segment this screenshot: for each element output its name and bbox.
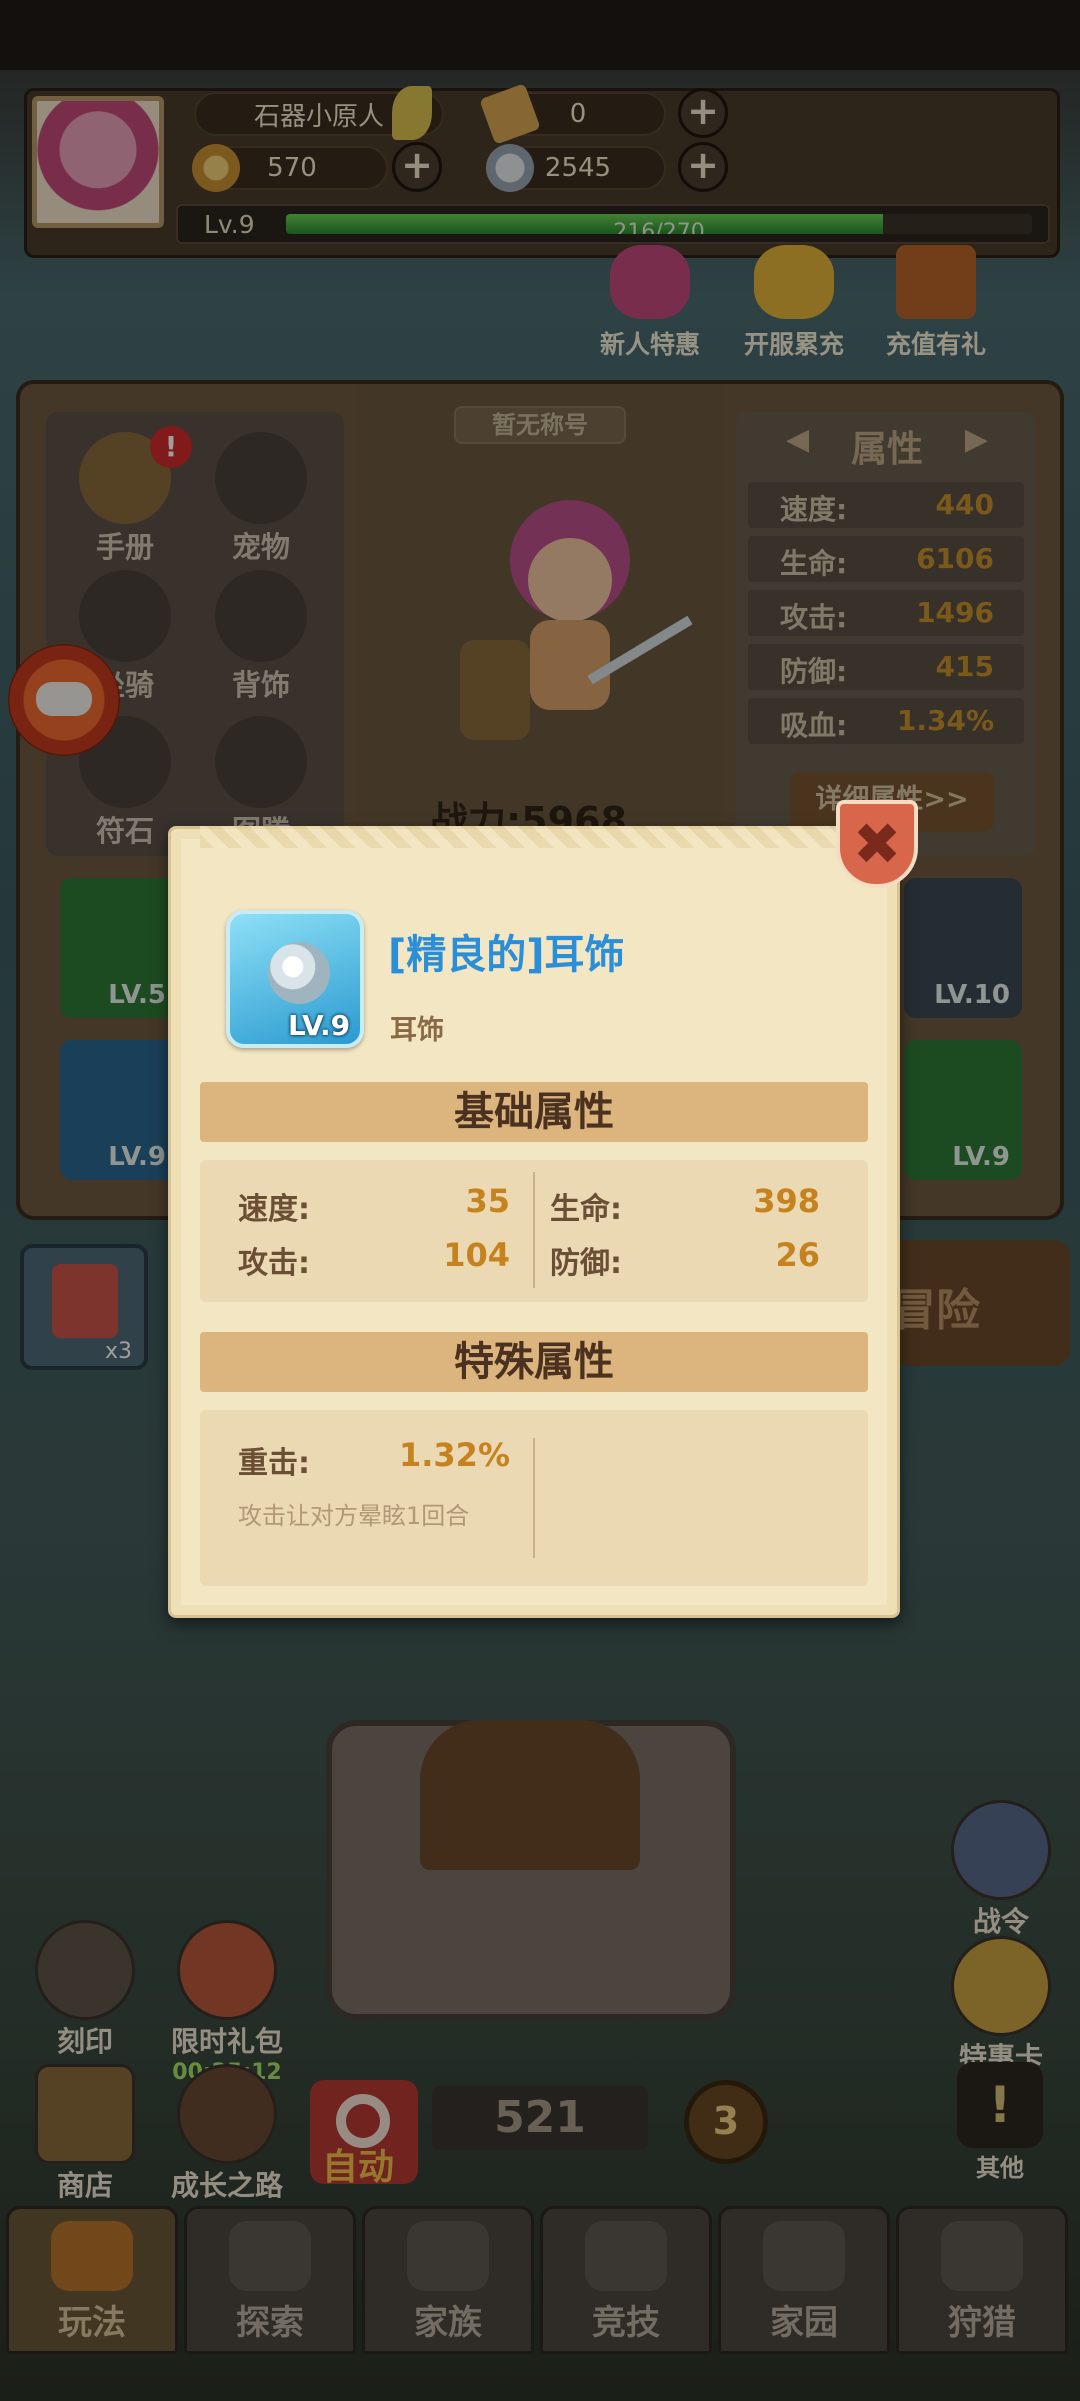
stat-defense-label: 防御:: [550, 1246, 622, 1281]
special-crit-value: 1.32%: [398, 1436, 510, 1474]
item-name: [精良的]耳饰: [388, 932, 625, 978]
stat-speed-value: 35: [465, 1182, 510, 1220]
special-crit-label: 重击:: [238, 1446, 310, 1481]
earring-icon: [268, 942, 330, 1004]
special-attributes-header: 特殊属性: [200, 1332, 868, 1392]
basic-attributes-header: 基础属性: [200, 1082, 868, 1142]
close-button[interactable]: ✖: [836, 800, 918, 888]
stat-defense-value: 26: [775, 1236, 820, 1274]
stat-hp-value: 398: [753, 1182, 820, 1220]
stat-speed-label: 速度:: [238, 1192, 310, 1227]
item-type: 耳饰: [390, 1015, 444, 1046]
divider: [533, 1172, 535, 1288]
stat-attack-value: 104: [443, 1236, 510, 1274]
close-icon: ✖: [852, 810, 902, 878]
popup-border-decoration: [200, 826, 868, 848]
divider: [533, 1438, 535, 1558]
item-level: LV.9: [288, 1009, 351, 1042]
stat-hp-label: 生命:: [550, 1192, 622, 1227]
special-crit-description: 攻击让对方晕眩1回合: [238, 1502, 470, 1530]
item-icon: LV.9: [226, 910, 364, 1048]
stat-attack-label: 攻击:: [238, 1246, 310, 1281]
